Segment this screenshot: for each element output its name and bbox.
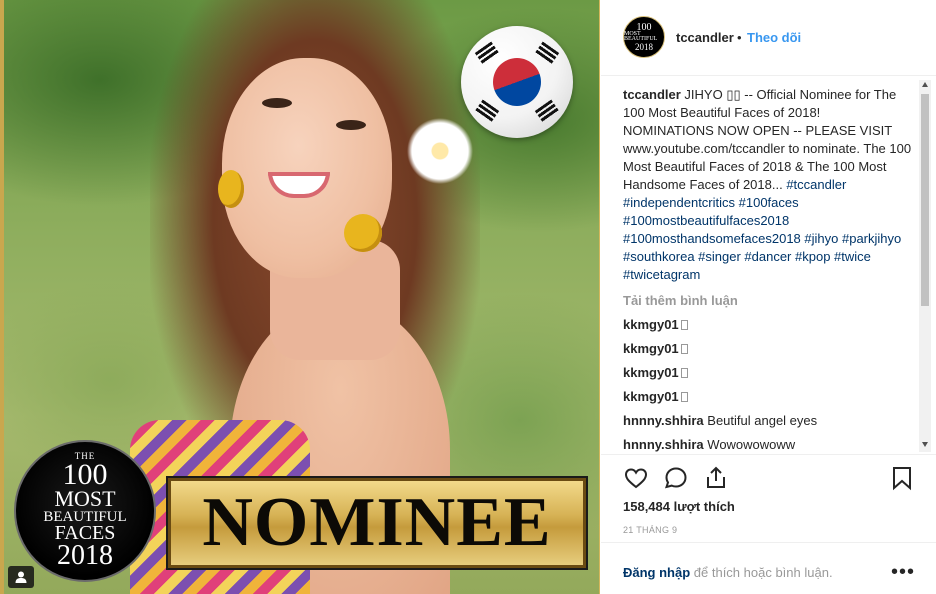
comment-item: kkmgy01: [623, 340, 913, 358]
trigram-bottom-left: [474, 99, 500, 123]
likes-count[interactable]: 158,484 lượt thích: [623, 499, 735, 514]
comment-username[interactable]: kkmgy01: [623, 389, 679, 404]
scroll-down-arrow-icon[interactable]: [922, 442, 928, 447]
nominee-text: NOMINEE: [202, 484, 552, 561]
caption: tccandler JIHYO ▯▯ -- Official Nominee f…: [623, 86, 913, 284]
comment-text: Wowowowoww: [707, 437, 796, 452]
follow-button[interactable]: Theo dõi: [747, 30, 801, 45]
south-korea-flag-ball: [461, 26, 573, 138]
earring-right: [344, 214, 382, 252]
badge-number: 100: [62, 457, 108, 491]
bookmark-icon[interactable]: [889, 465, 915, 491]
hair-flower: [407, 118, 473, 184]
trigram-bottom-right: [534, 99, 560, 123]
comment-item: kkmgy01: [623, 388, 913, 406]
badge-most: MOST: [54, 486, 116, 512]
comment-item: kkmgy01: [623, 364, 913, 382]
instagram-post-modal: THE 100 MOST BEAUTIFUL FACES 2018 NOMINE…: [0, 0, 936, 594]
heart-icon[interactable]: [623, 465, 649, 491]
share-icon[interactable]: [703, 465, 729, 491]
missing-glyph-icon: [680, 344, 688, 354]
caption-username[interactable]: tccandler: [623, 87, 681, 102]
caption-text: JIHYO ▯▯ -- Official Nominee for The 100…: [623, 87, 912, 192]
user-tag-icon[interactable]: [8, 566, 34, 588]
post-date[interactable]: 21 THÁNG 9: [623, 525, 677, 535]
comment-item: hnnny.shhira Wowowowoww: [623, 436, 913, 454]
comment-username[interactable]: kkmgy01: [623, 341, 679, 356]
image-border: [0, 0, 4, 594]
missing-glyph-icon: [680, 392, 688, 402]
post-header: 100 MOST BEAUTIFUL 2018 tccandler • Theo…: [601, 0, 936, 76]
comment-username[interactable]: hnnny.shhira: [623, 413, 704, 428]
comment-text: Beutiful angel eyes: [707, 413, 818, 428]
comments-scrollbar[interactable]: [919, 80, 931, 452]
nominee-plate: NOMINEE: [166, 476, 588, 570]
comment-username[interactable]: kkmgy01: [623, 365, 679, 380]
subject-eye-left: [262, 98, 292, 108]
missing-glyph-icon: [680, 320, 688, 330]
post-actions: 158,484 lượt thích 21 THÁNG 9: [601, 454, 936, 542]
trigram-top-right: [534, 41, 560, 65]
comment-username[interactable]: hnnny.shhira: [623, 437, 704, 452]
login-link[interactable]: Đăng nhập: [623, 565, 690, 580]
scroll-thumb[interactable]: [921, 94, 929, 306]
login-prompt-text: để thích hoặc bình luận.: [690, 565, 833, 580]
subject-eye-right: [336, 120, 366, 130]
load-more-comments-button[interactable]: Tải thêm bình luận: [623, 292, 913, 310]
100-most-beautiful-badge: THE 100 MOST BEAUTIFUL FACES 2018: [14, 440, 156, 582]
header-username[interactable]: tccandler: [676, 30, 734, 45]
more-options-icon[interactable]: •••: [891, 561, 915, 584]
caption-hashtags[interactable]: #tccandler #independentcritics #100faces…: [623, 177, 901, 282]
header-separator: •: [737, 30, 742, 45]
post-image[interactable]: THE 100 MOST BEAUTIFUL FACES 2018 NOMINE…: [0, 0, 600, 594]
login-bar: Đăng nhập để thích hoặc bình luận. •••: [601, 542, 936, 594]
comment-item: kkmgy01: [623, 316, 913, 334]
comment-item: hnnny.shhira Beutiful angel eyes: [623, 412, 913, 430]
taegeuk-symbol: [493, 58, 541, 106]
missing-glyph-icon: [680, 368, 688, 378]
avatar-line3: 2018: [635, 41, 653, 52]
comments-list[interactable]: tccandler JIHYO ▯▯ -- Official Nominee f…: [623, 86, 913, 454]
badge-year: 2018: [57, 540, 113, 572]
login-prompt: Đăng nhập để thích hoặc bình luận.: [623, 565, 833, 580]
post-sidebar: 100 MOST BEAUTIFUL 2018 tccandler • Theo…: [601, 0, 936, 594]
comment-username[interactable]: kkmgy01: [623, 317, 679, 332]
earring-left: [218, 170, 244, 208]
scroll-up-arrow-icon[interactable]: [922, 82, 928, 87]
avatar[interactable]: 100 MOST BEAUTIFUL 2018: [623, 16, 665, 58]
trigram-top-left: [474, 41, 500, 65]
comment-icon[interactable]: [663, 465, 689, 491]
